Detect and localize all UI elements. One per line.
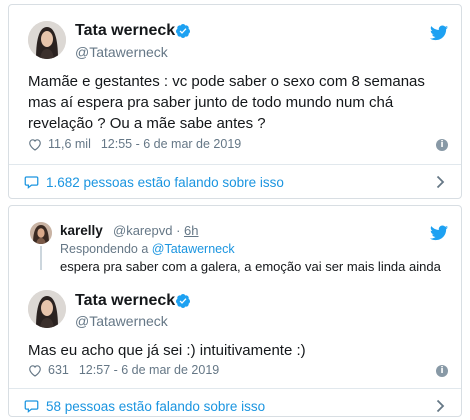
conversation-count[interactable]: 1.682 pessoas estão falando sobre isso <box>46 175 284 190</box>
replying-mention[interactable]: @Tatawerneck <box>152 242 235 256</box>
tweet-meta: 11,6 mil 12:55 - 6 de mar de 2019 <box>28 137 241 151</box>
replying-to: Respondendo a @Tatawerneck <box>60 242 235 256</box>
divider <box>9 164 461 165</box>
divider <box>9 388 461 389</box>
verified-badge-icon <box>175 294 190 308</box>
author-name[interactable]: Tata werneck <box>75 22 175 40</box>
tweet-timestamp[interactable]: 12:57 - 6 de mar de 2019 <box>79 363 219 377</box>
author-name[interactable]: Tata werneck <box>75 292 175 310</box>
tweet-card: Tata werneck @Tatawerneck Mamãe e gestan… <box>8 4 462 199</box>
author-handle[interactable]: @Tatawerneck <box>75 44 168 60</box>
avatar[interactable] <box>28 290 66 328</box>
tweet-card: karelly @karepvd · 6h Respondendo a @Tat… <box>8 205 462 417</box>
avatar[interactable] <box>28 21 66 59</box>
author-handle[interactable]: @Tatawerneck <box>75 313 168 329</box>
comment-bubble-icon <box>24 176 39 189</box>
conversation-count[interactable]: 58 pessoas estão falando sobre isso <box>46 399 265 414</box>
tweet-text: Mas eu acho que já sei :) intuitivamente… <box>28 342 306 359</box>
reply-author-handle[interactable]: @karepvd · 6h <box>113 223 198 238</box>
heart-icon[interactable] <box>28 138 42 151</box>
conversation-link[interactable]: 1.682 pessoas estão falando sobre isso <box>9 167 461 197</box>
reply-time: 6h <box>184 223 199 238</box>
tweet-screenshot: Tata werneck @Tatawerneck Mamãe e gestan… <box>0 0 470 420</box>
avatar[interactable] <box>30 222 52 244</box>
tweet-meta: 631 12:57 - 6 de mar de 2019 <box>28 363 219 377</box>
reply-text: espera pra saber com a galera, a emoção … <box>60 259 441 274</box>
like-count: 11,6 mil <box>48 137 91 151</box>
info-icon[interactable]: i <box>436 365 448 377</box>
thread-connector <box>40 246 42 270</box>
like-count: 631 <box>48 363 69 377</box>
verified-badge-icon <box>175 24 190 38</box>
conversation-link[interactable]: 58 pessoas estão falando sobre isso <box>9 391 461 420</box>
chevron-right-icon[interactable] <box>436 399 445 413</box>
comment-bubble-icon <box>24 400 39 413</box>
twitter-bird-icon[interactable] <box>430 225 448 241</box>
tweet-text: Mamãe e gestantes : vc pode saber o sexo… <box>28 73 425 132</box>
reply-author-name[interactable]: karelly <box>60 223 103 238</box>
twitter-bird-icon[interactable] <box>430 25 448 41</box>
info-icon[interactable]: i <box>436 139 448 151</box>
heart-icon[interactable] <box>28 364 42 377</box>
chevron-right-icon[interactable] <box>436 175 445 189</box>
tweet-timestamp[interactable]: 12:55 - 6 de mar de 2019 <box>101 137 241 151</box>
